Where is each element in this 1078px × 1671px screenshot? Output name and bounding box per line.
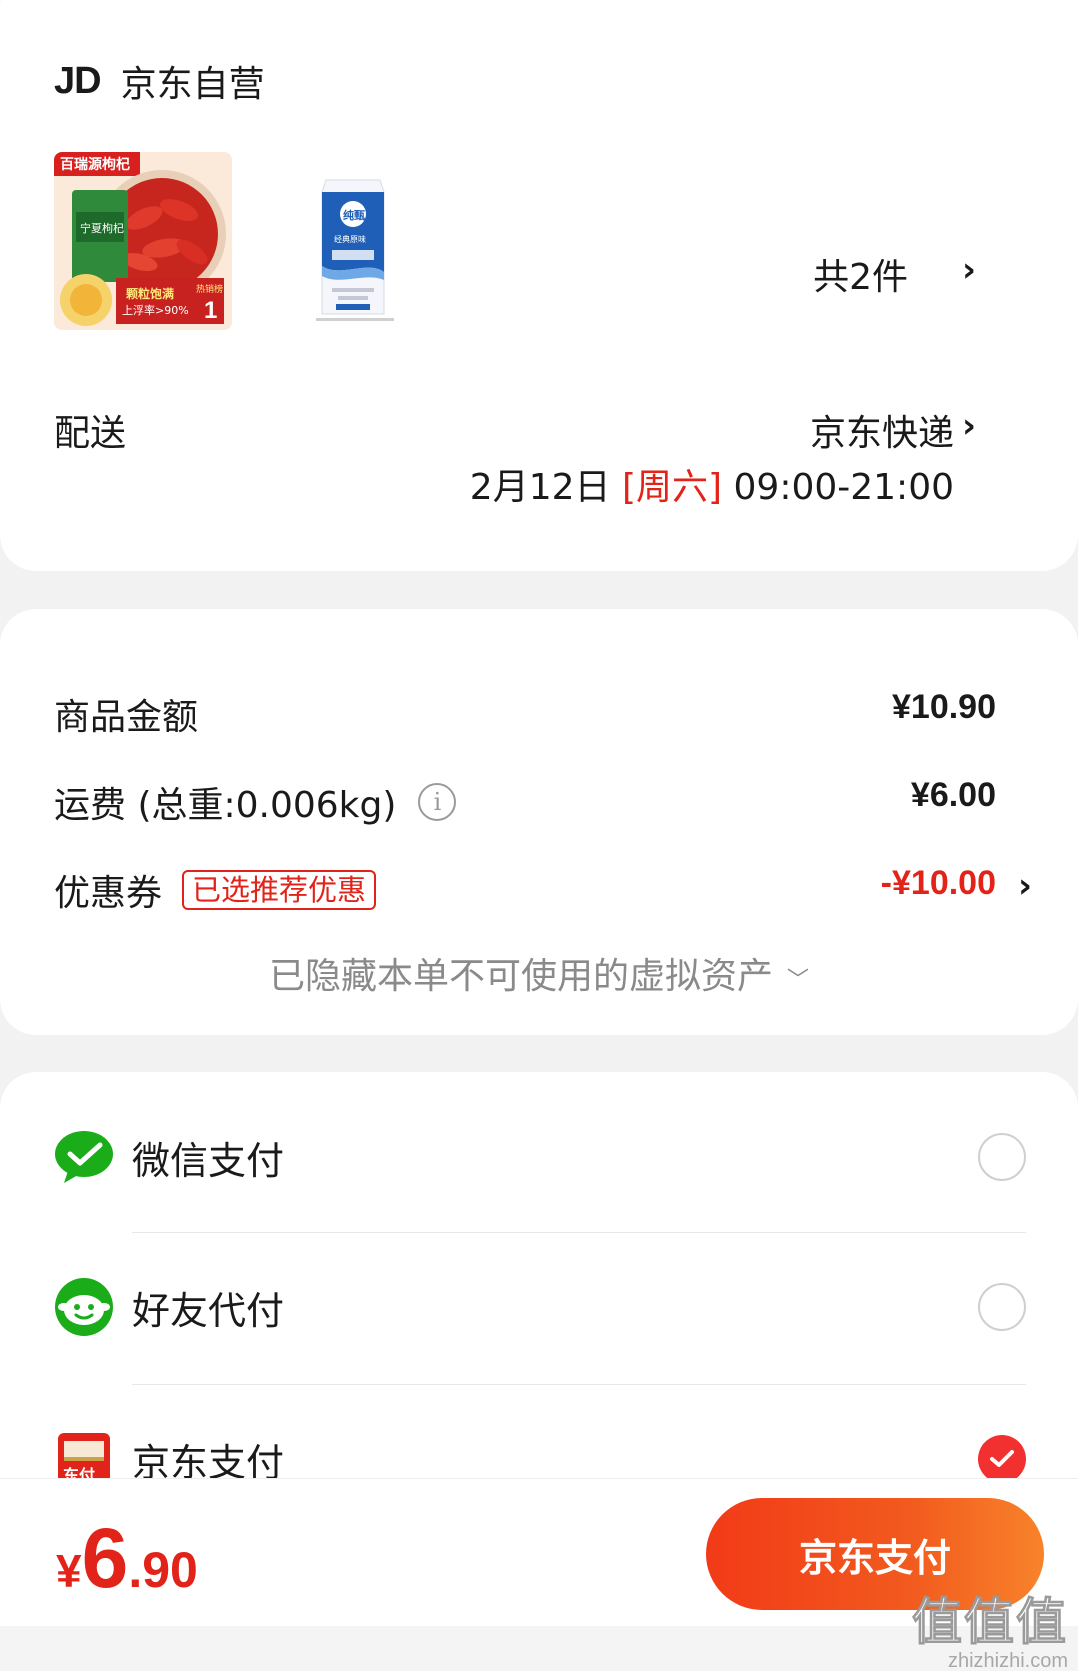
total-decimal: .90 — [128, 1542, 198, 1598]
svg-text:经典原味: 经典原味 — [334, 234, 366, 244]
shipping-value: ¥6.00 — [910, 776, 996, 814]
svg-text:1: 1 — [204, 297, 217, 324]
info-icon[interactable]: i — [418, 783, 457, 821]
coupon-value[interactable]: -¥10.00 — [881, 864, 996, 903]
svg-text:纯甄: 纯甄 — [343, 208, 365, 222]
delivery-time[interactable]: 2月12日 [周六] 09:00-21:00 — [470, 458, 954, 510]
payment-option-friend[interactable]: 好友代付 — [54, 1262, 1026, 1352]
hidden-assets-toggle[interactable]: 已隐藏本单不可使用的虚拟资产 ﹀ — [0, 947, 1078, 999]
store-header[interactable]: JD 京东自营 — [54, 56, 265, 106]
watermark-logo: 值值值 — [912, 1593, 1068, 1652]
jd-logo: JD — [54, 59, 102, 102]
coupon-tag: 已选推荐优惠 — [182, 870, 377, 910]
coupon-row[interactable]: 优惠券 已选推荐优惠 — [54, 864, 377, 916]
radio-unchecked[interactable] — [978, 1283, 1026, 1331]
radio-checked[interactable] — [978, 1435, 1026, 1483]
chevron-right-icon[interactable]: › — [962, 406, 976, 446]
friend-pay-icon — [55, 1278, 113, 1336]
product-thumb-milk[interactable]: 纯甄 经典原味 — [310, 168, 400, 328]
total-currency: ¥ — [56, 1545, 82, 1597]
delivery-method[interactable]: 京东快递 — [810, 404, 954, 456]
chevron-down-icon: ﹀ — [787, 968, 810, 993]
svg-text:热销榜: 热销榜 — [196, 283, 223, 295]
goods-amount-value: ¥10.90 — [892, 688, 996, 726]
milk-carton-image: 纯甄 经典原味 — [316, 179, 394, 321]
check-icon — [990, 1450, 1014, 1467]
delivery-time-range: 09:00-21:00 — [733, 467, 954, 508]
payment-label-wechat: 微信支付 — [132, 1138, 285, 1183]
goods-amount-label: 商品金额 — [54, 697, 199, 738]
total-price: ¥6.90 — [56, 1510, 198, 1607]
svg-text:百瑞源枸杞: 百瑞源枸杞 — [60, 156, 130, 173]
shipping-label: 运费 (总重:0.006kg) — [54, 785, 397, 826]
wechat-pay-icon — [55, 1131, 113, 1183]
divider — [132, 1232, 1026, 1233]
delivery-date: 2月12日 — [469, 467, 611, 508]
wolfberry-image: 百瑞源枸杞 宁夏枸杞 颗粒饱满 上浮率>90% 热销榜 1 — [54, 152, 232, 330]
item-count[interactable]: 共2件 — [813, 248, 908, 300]
radio-unchecked[interactable] — [978, 1133, 1026, 1181]
product-thumb-wolfberry[interactable]: 百瑞源枸杞 宁夏枸杞 颗粒饱满 上浮率>90% 热销榜 1 — [54, 152, 232, 330]
svg-text:上浮率>90%: 上浮率>90% — [122, 303, 189, 317]
watermark: 值值值 zhizhizhi.com — [912, 1582, 1069, 1671]
hidden-assets-text: 已隐藏本单不可使用的虚拟资产 — [268, 956, 773, 997]
divider — [132, 1384, 1026, 1385]
svg-text:宁夏枸杞: 宁夏枸杞 — [80, 221, 124, 235]
coupon-label: 优惠券 — [54, 873, 163, 914]
payment-option-wechat[interactable]: 微信支付 — [54, 1112, 1026, 1202]
delivery-weekday: [周六] — [621, 467, 723, 508]
svg-text:颗粒饱满: 颗粒饱满 — [126, 286, 174, 301]
store-name: 京东自营 — [120, 64, 265, 105]
delivery-label: 配送 — [54, 413, 127, 454]
shipping-row: 运费 (总重:0.006kg) i — [54, 776, 457, 828]
chevron-right-icon[interactable]: › — [1018, 866, 1032, 906]
chevron-right-icon[interactable]: › — [962, 250, 976, 290]
total-integer: 6 — [81, 1511, 129, 1605]
payment-label-friend: 好友代付 — [132, 1288, 285, 1333]
